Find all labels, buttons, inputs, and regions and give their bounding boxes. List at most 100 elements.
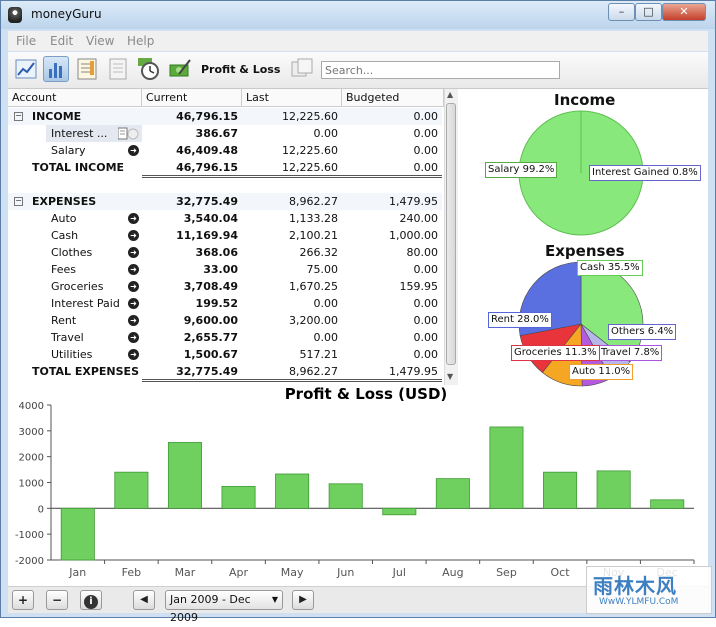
collapse-icon[interactable]: −: [14, 112, 23, 121]
x-tick-label: Jan: [68, 566, 86, 579]
account-name: Interest Paid: [51, 297, 120, 310]
go-arrow-icon[interactable]: ➜: [128, 349, 139, 360]
go-arrow-icon[interactable]: ➜: [128, 315, 139, 326]
column-header-budgeted[interactable]: Budgeted: [342, 89, 444, 107]
y-tick-label: 2000: [19, 453, 44, 464]
watermark-title: 雨林木风: [593, 574, 677, 598]
app-icon: [8, 7, 22, 23]
menu-help[interactable]: Help: [127, 34, 154, 48]
table-row[interactable]: Cash ➜ 11,169.94 2,100.21 1,000.00: [8, 227, 442, 244]
account-name: Auto: [51, 212, 77, 225]
go-arrow-icon[interactable]: ➜: [128, 298, 139, 309]
table-row[interactable]: Utilities ➜ 1,500.67 517.21 0.00: [8, 346, 442, 363]
pie-label-interest: Interest Gained 0.8%: [589, 165, 701, 181]
column-header-account[interactable]: Account: [8, 89, 142, 107]
accounts-table: Account Current Last Budgeted − INCOME 4…: [8, 89, 458, 385]
bar-chart-icon: [49, 63, 62, 78]
total-row[interactable]: TOTAL EXPENSES 32,775.49 8,962.27 1,479.…: [8, 363, 442, 380]
bar-aug: [435, 478, 470, 509]
info-icon: i: [84, 595, 98, 609]
table-scrollbar[interactable]: ▲ ▼: [444, 89, 458, 385]
edit-account-icon[interactable]: [118, 127, 140, 140]
bar-oct: [543, 471, 578, 509]
maximize-button[interactable]: □: [635, 3, 662, 21]
table-row[interactable]: Salary ➜ 46,409.48 12,225.60 0.00: [8, 142, 442, 159]
go-arrow-icon[interactable]: ➜: [128, 332, 139, 343]
transactions-view-button[interactable]: [74, 56, 100, 82]
bar-dec: [650, 499, 685, 509]
columns-toggle-button[interactable]: [289, 56, 315, 82]
account-name: Utilities: [51, 348, 93, 361]
add-button[interactable]: +: [12, 590, 34, 610]
y-tick-label: 1000: [19, 479, 44, 490]
current-value: 199.52: [195, 297, 238, 310]
group-name: EXPENSES: [32, 195, 97, 208]
income-group-row[interactable]: − INCOME 46,796.15 12,225.60 0.00: [8, 108, 442, 125]
ledger-icon: [77, 58, 97, 80]
budgeted-value: 240.00: [399, 212, 439, 225]
last-value: 1,133.28: [289, 212, 338, 225]
table-row[interactable]: Interest ... 386.67 0.00 0.00: [8, 125, 442, 142]
budgets-view-button[interactable]: [167, 56, 193, 82]
search-input[interactable]: [321, 61, 560, 79]
go-arrow-icon[interactable]: ➜: [128, 145, 139, 156]
go-arrow-icon[interactable]: ➜: [128, 213, 139, 224]
last-value: 0.00: [313, 127, 339, 140]
scroll-up-icon[interactable]: ▲: [447, 90, 453, 99]
scroll-down-icon[interactable]: ▼: [447, 372, 453, 381]
close-button[interactable]: ✕: [662, 3, 706, 21]
net-worth-view-button[interactable]: [13, 56, 39, 82]
sheet-icon: [109, 58, 127, 80]
go-arrow-icon[interactable]: ➜: [128, 230, 139, 241]
current-value: 9,600.00: [183, 314, 238, 327]
bar-jun: [328, 483, 363, 509]
go-arrow-icon[interactable]: ➜: [128, 264, 139, 275]
current-value: 386.67: [195, 127, 238, 140]
pie-label-auto: Auto 11.0%: [569, 364, 634, 380]
view-title: Profit & Loss: [201, 63, 281, 76]
income-pie-title: Income: [554, 91, 616, 109]
total-budgeted: 0.00: [413, 161, 439, 174]
table-row[interactable]: Groceries ➜ 3,708.49 1,670.25 159.95: [8, 278, 442, 295]
column-header-last[interactable]: Last: [242, 89, 342, 107]
group-last: 8,962.27: [289, 195, 338, 208]
profit-loss-view-button[interactable]: [43, 56, 69, 82]
expenses-pie-title: Expenses: [545, 242, 625, 260]
next-period-button[interactable]: ▶: [292, 590, 314, 610]
schedules-view-button[interactable]: [136, 56, 162, 82]
date-range-selector[interactable]: Jan 2009 - Dec 2009 ▼: [165, 590, 283, 624]
current-value: 3,540.04: [183, 212, 238, 225]
x-tick-label: Mar: [175, 566, 196, 579]
expenses-group-row[interactable]: − EXPENSES 32,775.49 8,962.27 1,479.95: [8, 193, 442, 210]
menu-edit[interactable]: Edit: [50, 34, 73, 48]
budgeted-value: 0.00: [413, 127, 439, 140]
remove-button[interactable]: −: [46, 590, 68, 610]
scroll-thumb[interactable]: [446, 103, 456, 365]
group-current: 32,775.49: [176, 195, 238, 208]
table-row[interactable]: Clothes ➜ 368.06 266.32 80.00: [8, 244, 442, 261]
previous-period-button[interactable]: ◀: [133, 590, 155, 610]
bar-apr: [221, 485, 256, 509]
table-row[interactable]: Fees ➜ 33.00 75.00 0.00: [8, 261, 442, 278]
go-arrow-icon[interactable]: ➜: [128, 247, 139, 258]
table-row[interactable]: Rent ➜ 9,600.00 3,200.00 0.00: [8, 312, 442, 329]
pie-label-salary: Salary 99.2%: [485, 162, 558, 178]
info-button[interactable]: i: [80, 590, 102, 610]
collapse-icon[interactable]: −: [14, 197, 23, 206]
account-name: Salary: [51, 144, 86, 157]
minimize-button[interactable]: –: [608, 3, 635, 21]
account-view-button[interactable]: [105, 56, 131, 82]
menu-view[interactable]: View: [86, 34, 114, 48]
go-arrow-icon[interactable]: ➜: [128, 281, 139, 292]
table-row[interactable]: Interest Paid ➜ 199.52 0.00 0.00: [8, 295, 442, 312]
total-label: TOTAL INCOME: [32, 161, 125, 174]
total-row[interactable]: TOTAL INCOME 46,796.15 12,225.60 0.00: [8, 159, 442, 176]
table-row[interactable]: Auto ➜ 3,540.04 1,133.28 240.00: [8, 210, 442, 227]
budgeted-value: 80.00: [406, 246, 439, 259]
menu-file[interactable]: File: [16, 34, 36, 48]
total-underline: [142, 175, 442, 176]
total-label: TOTAL EXPENSES: [32, 365, 139, 378]
column-header-current[interactable]: Current: [142, 89, 242, 107]
pie-label-rent: Rent 28.0%: [488, 312, 552, 328]
table-row[interactable]: Travel ➜ 2,655.77 0.00 0.00: [8, 329, 442, 346]
